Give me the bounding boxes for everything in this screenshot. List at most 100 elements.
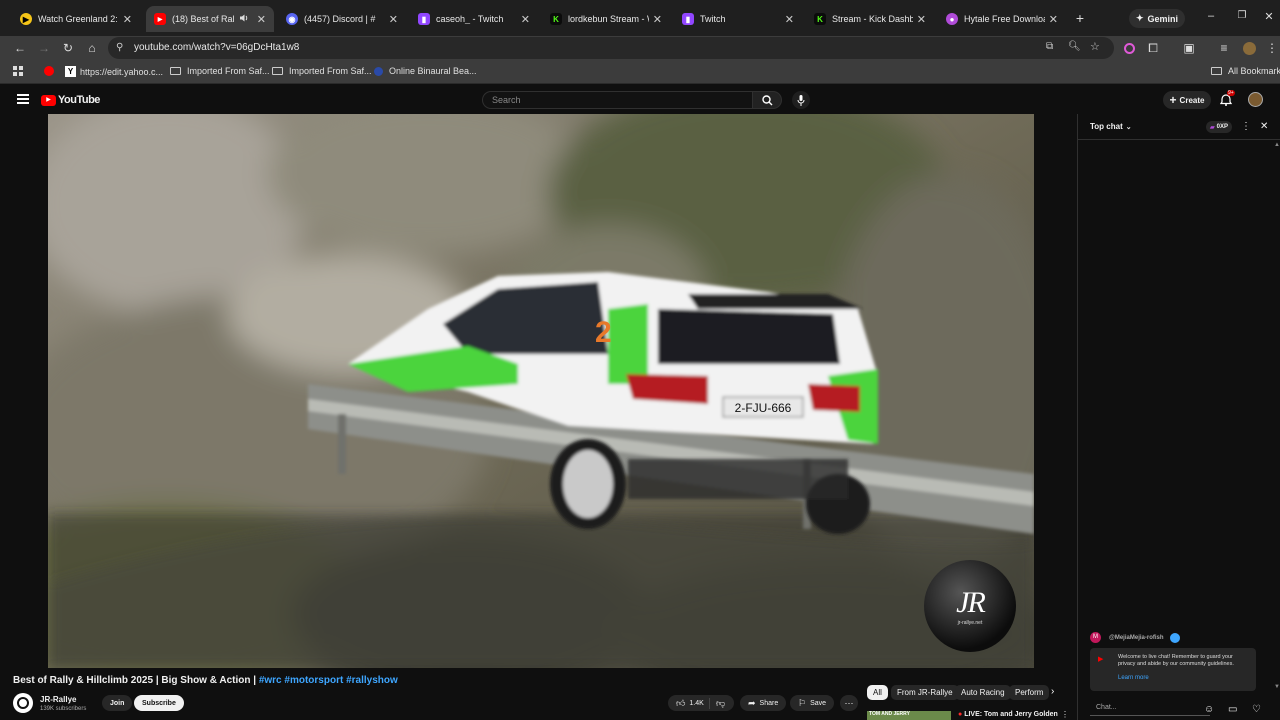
bookmark-folder-1[interactable]: Imported From Saf... bbox=[170, 66, 270, 76]
chip-from-channel[interactable]: From JR-Rallye bbox=[891, 685, 959, 700]
tab-youtube-active[interactable]: ▶ (18) Best of Rally & ✕ bbox=[146, 6, 274, 32]
dislike-button[interactable]: 👎︎ bbox=[710, 698, 725, 709]
close-icon[interactable]: ✕ bbox=[1049, 13, 1058, 26]
window-close-button[interactable]: ✕ bbox=[1262, 10, 1276, 24]
reload-icon[interactable]: ↻ bbox=[60, 40, 76, 56]
address-url: youtube.com/watch?v=06gDcHta1w8 bbox=[134, 42, 300, 53]
bookmark-yahoo[interactable]: Y https://edit.yahoo.c... bbox=[65, 66, 163, 77]
chip-next-icon[interactable]: › bbox=[1051, 686, 1054, 697]
video-frame: 2-FJU-666 2 bbox=[48, 114, 1034, 668]
youtube-bookmark-icon[interactable] bbox=[44, 66, 54, 76]
install-app-icon[interactable]: ⧉ bbox=[1046, 41, 1053, 52]
channel-watermark[interactable]: JR jr-rallye.net bbox=[924, 560, 1016, 652]
xp-badge[interactable]: ▰ 0XP bbox=[1206, 121, 1232, 133]
tab-twitch-caseoh[interactable]: ▮ caseoh_ - Twitch ✕ bbox=[410, 6, 538, 32]
super-chat-icon[interactable]: ▭ bbox=[1228, 704, 1237, 715]
close-icon[interactable]: ✕ bbox=[785, 13, 794, 26]
voice-search-button[interactable] bbox=[792, 91, 810, 109]
notifications-button[interactable]: 9+ bbox=[1219, 90, 1235, 107]
bookmarks-bar: Y https://edit.yahoo.c... Imported From … bbox=[0, 60, 1280, 84]
user-avatar[interactable]: M bbox=[1090, 632, 1101, 643]
chip-perform[interactable]: Perform bbox=[1009, 685, 1049, 700]
hytale-icon: ● bbox=[946, 13, 958, 25]
tab-greenland[interactable]: ▶ Watch Greenland 2: Mig ✕ bbox=[12, 6, 140, 32]
extensions-icon[interactable]: ⧠ bbox=[1145, 40, 1161, 56]
bookmark-folder-2[interactable]: Imported From Saf... bbox=[272, 66, 372, 76]
recommendation-menu-icon[interactable]: ⋮ bbox=[1061, 710, 1069, 719]
recommendation-title[interactable]: ● LIVE: Tom and Jerry Golden bbox=[958, 711, 1058, 718]
create-label: Create bbox=[1179, 95, 1205, 105]
back-icon[interactable]: ← bbox=[12, 40, 28, 56]
zoom-icon[interactable]: 🔍︎ bbox=[1068, 41, 1081, 52]
chat-input[interactable]: Chat... bbox=[1090, 704, 1210, 716]
all-bookmarks-button[interactable]: All Bookmarks bbox=[1211, 66, 1280, 76]
restore-button[interactable]: ❐ bbox=[1235, 10, 1249, 24]
chip-all[interactable]: All bbox=[867, 685, 888, 700]
subscribe-button[interactable]: Subscribe bbox=[134, 695, 184, 711]
new-tab-button[interactable]: + bbox=[1072, 10, 1088, 26]
tab-discord[interactable]: ◉ (4457) Discord | # ✕ bbox=[278, 6, 406, 32]
sidepanel-icon[interactable]: ▣ bbox=[1181, 40, 1197, 56]
tab-title: Hytale Free Download bbox=[964, 14, 1045, 24]
recommendation-thumbnail[interactable]: TOM AND JERRY bbox=[867, 711, 951, 720]
close-icon[interactable]: ✕ bbox=[123, 13, 132, 26]
create-button[interactable]: + Create bbox=[1163, 91, 1211, 109]
close-icon[interactable]: ✕ bbox=[917, 13, 926, 26]
thumbnail-text: TOM AND JERRY bbox=[869, 711, 910, 717]
scroll-down-icon[interactable]: ▼ bbox=[1274, 684, 1280, 690]
forward-icon[interactable]: → bbox=[36, 40, 52, 56]
chat-menu-icon[interactable]: ⋮ bbox=[1241, 121, 1251, 132]
address-bar[interactable]: ⚲ youtube.com/watch?v=06gDcHta1w8 ⧉ 🔍︎ ☆ bbox=[108, 37, 1114, 59]
bookmark-binaural[interactable]: Online Binaural Bea... bbox=[374, 66, 477, 76]
learn-more-link[interactable]: Learn more bbox=[1118, 675, 1149, 681]
close-icon[interactable]: ✕ bbox=[257, 13, 266, 26]
menu-icon[interactable]: ⋮ bbox=[1264, 40, 1280, 56]
video-player[interactable]: 2-FJU-666 2 JR jr-rallye.net bbox=[48, 114, 1034, 668]
watermark-sub: jr-rallye.net bbox=[957, 620, 983, 626]
join-button[interactable]: Join bbox=[102, 695, 133, 711]
speaker-icon[interactable] bbox=[239, 13, 249, 26]
video-title-tags[interactable]: #wrc #motorsport #rallyshow bbox=[259, 675, 398, 686]
close-icon[interactable]: ✕ bbox=[389, 13, 398, 26]
like-button[interactable]: 👍︎ 1.4K bbox=[668, 697, 710, 709]
search-input[interactable]: Search bbox=[482, 91, 752, 109]
tab-kick-dashboard[interactable]: K Stream - Kick Dashboa ✕ bbox=[806, 6, 934, 32]
hamburger-menu-icon[interactable] bbox=[17, 94, 29, 104]
tab-twitch[interactable]: ▮ Twitch ✕ bbox=[674, 6, 802, 32]
chat-close-icon[interactable]: ✕ bbox=[1260, 121, 1268, 132]
plus-icon: + bbox=[1169, 93, 1177, 107]
apps-grid-icon[interactable] bbox=[13, 66, 23, 76]
scroll-up-icon[interactable]: ▲ bbox=[1274, 142, 1280, 148]
search-button[interactable] bbox=[752, 91, 782, 109]
channel-avatar[interactable] bbox=[13, 693, 33, 713]
youtube-logo[interactable]: ▶ YouTube bbox=[41, 94, 100, 106]
home-icon[interactable]: ⌂ bbox=[84, 40, 100, 56]
channel-name[interactable]: JR-Rallye bbox=[40, 695, 76, 704]
close-icon[interactable]: ✕ bbox=[521, 13, 530, 26]
folder-icon bbox=[272, 67, 283, 75]
tab-title: (4457) Discord | # bbox=[304, 14, 376, 24]
tab-kick-lordkebun[interactable]: K lordkebun Stream - Wa ✕ bbox=[542, 6, 670, 32]
gemini-button[interactable]: ✦ Gemini bbox=[1129, 9, 1185, 28]
extension-circle-icon[interactable] bbox=[1121, 40, 1137, 56]
top-chat-dropdown[interactable]: Top chat ⌄ bbox=[1090, 122, 1132, 131]
play-icon: ▶ bbox=[20, 13, 32, 25]
more-actions-button[interactable]: ⋯ bbox=[840, 695, 858, 711]
xp-badge-label: 0XP bbox=[1216, 124, 1228, 130]
minimize-button[interactable]: – bbox=[1204, 10, 1218, 24]
tab-hytale[interactable]: ● Hytale Free Download ✕ bbox=[938, 6, 1066, 32]
save-button[interactable]: ⚐ Save bbox=[790, 695, 835, 711]
profile-avatar[interactable] bbox=[1241, 40, 1257, 56]
sparkle-icon: ✦ bbox=[1135, 13, 1144, 23]
chat-username[interactable]: @MejiaMejia-rofish bbox=[1109, 635, 1164, 641]
account-avatar[interactable] bbox=[1248, 92, 1263, 107]
bookmark-star-icon[interactable]: ☆ bbox=[1090, 40, 1100, 53]
heart-icon[interactable]: ♡ bbox=[1252, 704, 1261, 715]
thumbs-down-icon: 👎︎ bbox=[716, 697, 726, 708]
site-info-icon[interactable]: ⚲ bbox=[116, 42, 123, 53]
media-controls-icon[interactable]: ≡ bbox=[1216, 40, 1232, 56]
chip-auto-racing[interactable]: Auto Racing bbox=[955, 685, 1011, 700]
close-icon[interactable]: ✕ bbox=[653, 13, 662, 26]
share-button[interactable]: ➦ Share bbox=[740, 695, 787, 711]
emoji-icon[interactable]: ☺ bbox=[1204, 704, 1214, 715]
